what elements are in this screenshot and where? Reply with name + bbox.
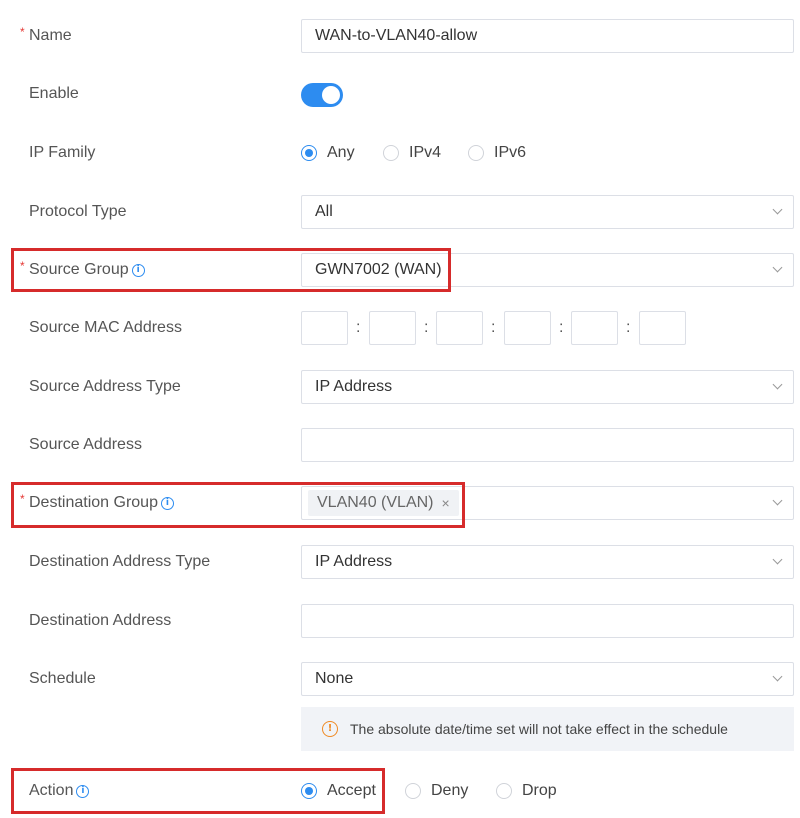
destination-address-type-select[interactable]: IP Address [301, 545, 794, 579]
ip-family-label: IP Family [29, 144, 96, 161]
mac-octet-1[interactable] [301, 311, 348, 345]
chevron-down-icon [772, 379, 783, 390]
protocol-type-select[interactable]: All [301, 195, 794, 229]
highlight-box-destination-group [11, 482, 465, 528]
mac-octet-4[interactable] [504, 311, 551, 345]
enable-toggle[interactable] [301, 83, 343, 107]
mac-octet-5[interactable] [571, 311, 618, 345]
enable-label: Enable [29, 85, 79, 102]
radio-label: Deny [431, 782, 469, 799]
schedule-notice-text: The absolute date/time set will not take… [350, 721, 728, 737]
ip-family-row: IP Family Any IPv4 IPv6 [0, 142, 800, 166]
select-value: None [315, 670, 354, 687]
radio-dot [301, 145, 317, 161]
highlight-box-action [11, 768, 385, 814]
source-address-type-row: Source Address Type IP Address [0, 369, 800, 405]
mac-separator: : [356, 319, 361, 336]
required-mark: * [20, 25, 25, 39]
action-radio-deny[interactable]: Deny [405, 782, 468, 800]
source-mac-label: Source MAC Address [29, 319, 182, 336]
mac-separator: : [491, 319, 496, 336]
radio-dot [468, 145, 484, 161]
source-address-type-label: Source Address Type [29, 378, 181, 395]
mac-octet-3[interactable] [436, 311, 483, 345]
radio-dot [383, 145, 399, 161]
name-field[interactable] [301, 19, 794, 53]
mac-octet-6[interactable] [639, 311, 686, 345]
schedule-select[interactable]: None [301, 662, 794, 696]
protocol-type-label: Protocol Type [29, 203, 127, 220]
ip-family-radio-ipv6[interactable]: IPv6 [468, 144, 526, 162]
mac-separator: : [559, 319, 564, 336]
chevron-down-icon [772, 671, 783, 682]
source-address-type-select[interactable]: IP Address [301, 370, 794, 404]
destination-address-input[interactable] [302, 605, 793, 637]
select-value: All [315, 203, 333, 220]
mac-separator: : [424, 319, 429, 336]
name-input[interactable] [302, 20, 793, 52]
enable-row: Enable [0, 82, 800, 108]
source-mac-row: Source MAC Address : : : : : [0, 310, 800, 346]
destination-address-type-row: Destination Address Type IP Address [0, 544, 800, 580]
destination-address-row: Destination Address [0, 603, 800, 639]
name-label: Name [29, 27, 72, 44]
chevron-down-icon [772, 495, 783, 506]
protocol-type-row: Protocol Type All [0, 194, 800, 230]
chevron-down-icon [772, 204, 783, 215]
source-address-row: Source Address [0, 427, 800, 463]
radio-dot [405, 783, 421, 799]
chevron-down-icon [772, 554, 783, 565]
ip-family-radio-any[interactable]: Any [301, 144, 355, 162]
radio-label: Any [327, 144, 355, 161]
destination-address-field[interactable] [301, 604, 794, 638]
destination-address-label: Destination Address [29, 612, 172, 629]
schedule-notice: ! The absolute date/time set will not ta… [301, 707, 794, 751]
radio-label: IPv6 [494, 144, 527, 161]
schedule-label: Schedule [29, 670, 96, 687]
schedule-row: Schedule None [0, 661, 800, 697]
select-value: IP Address [315, 553, 393, 570]
action-radio-drop[interactable]: Drop [496, 782, 557, 800]
chevron-down-icon [772, 262, 783, 273]
ip-family-radio-ipv4[interactable]: IPv4 [383, 144, 441, 162]
select-value: IP Address [315, 378, 393, 395]
mac-octet-2[interactable] [369, 311, 416, 345]
toggle-knob [322, 86, 340, 104]
radio-label: IPv4 [409, 144, 442, 161]
source-address-field[interactable] [301, 428, 794, 462]
warning-icon: ! [322, 721, 338, 737]
source-address-label: Source Address [29, 436, 142, 453]
highlight-box-source-group [11, 248, 451, 292]
source-address-input[interactable] [302, 429, 793, 461]
destination-address-type-label: Destination Address Type [29, 553, 211, 570]
radio-label: Drop [522, 782, 557, 799]
radio-dot [496, 783, 512, 799]
mac-separator: : [626, 319, 631, 336]
name-row: * Name [0, 18, 800, 54]
